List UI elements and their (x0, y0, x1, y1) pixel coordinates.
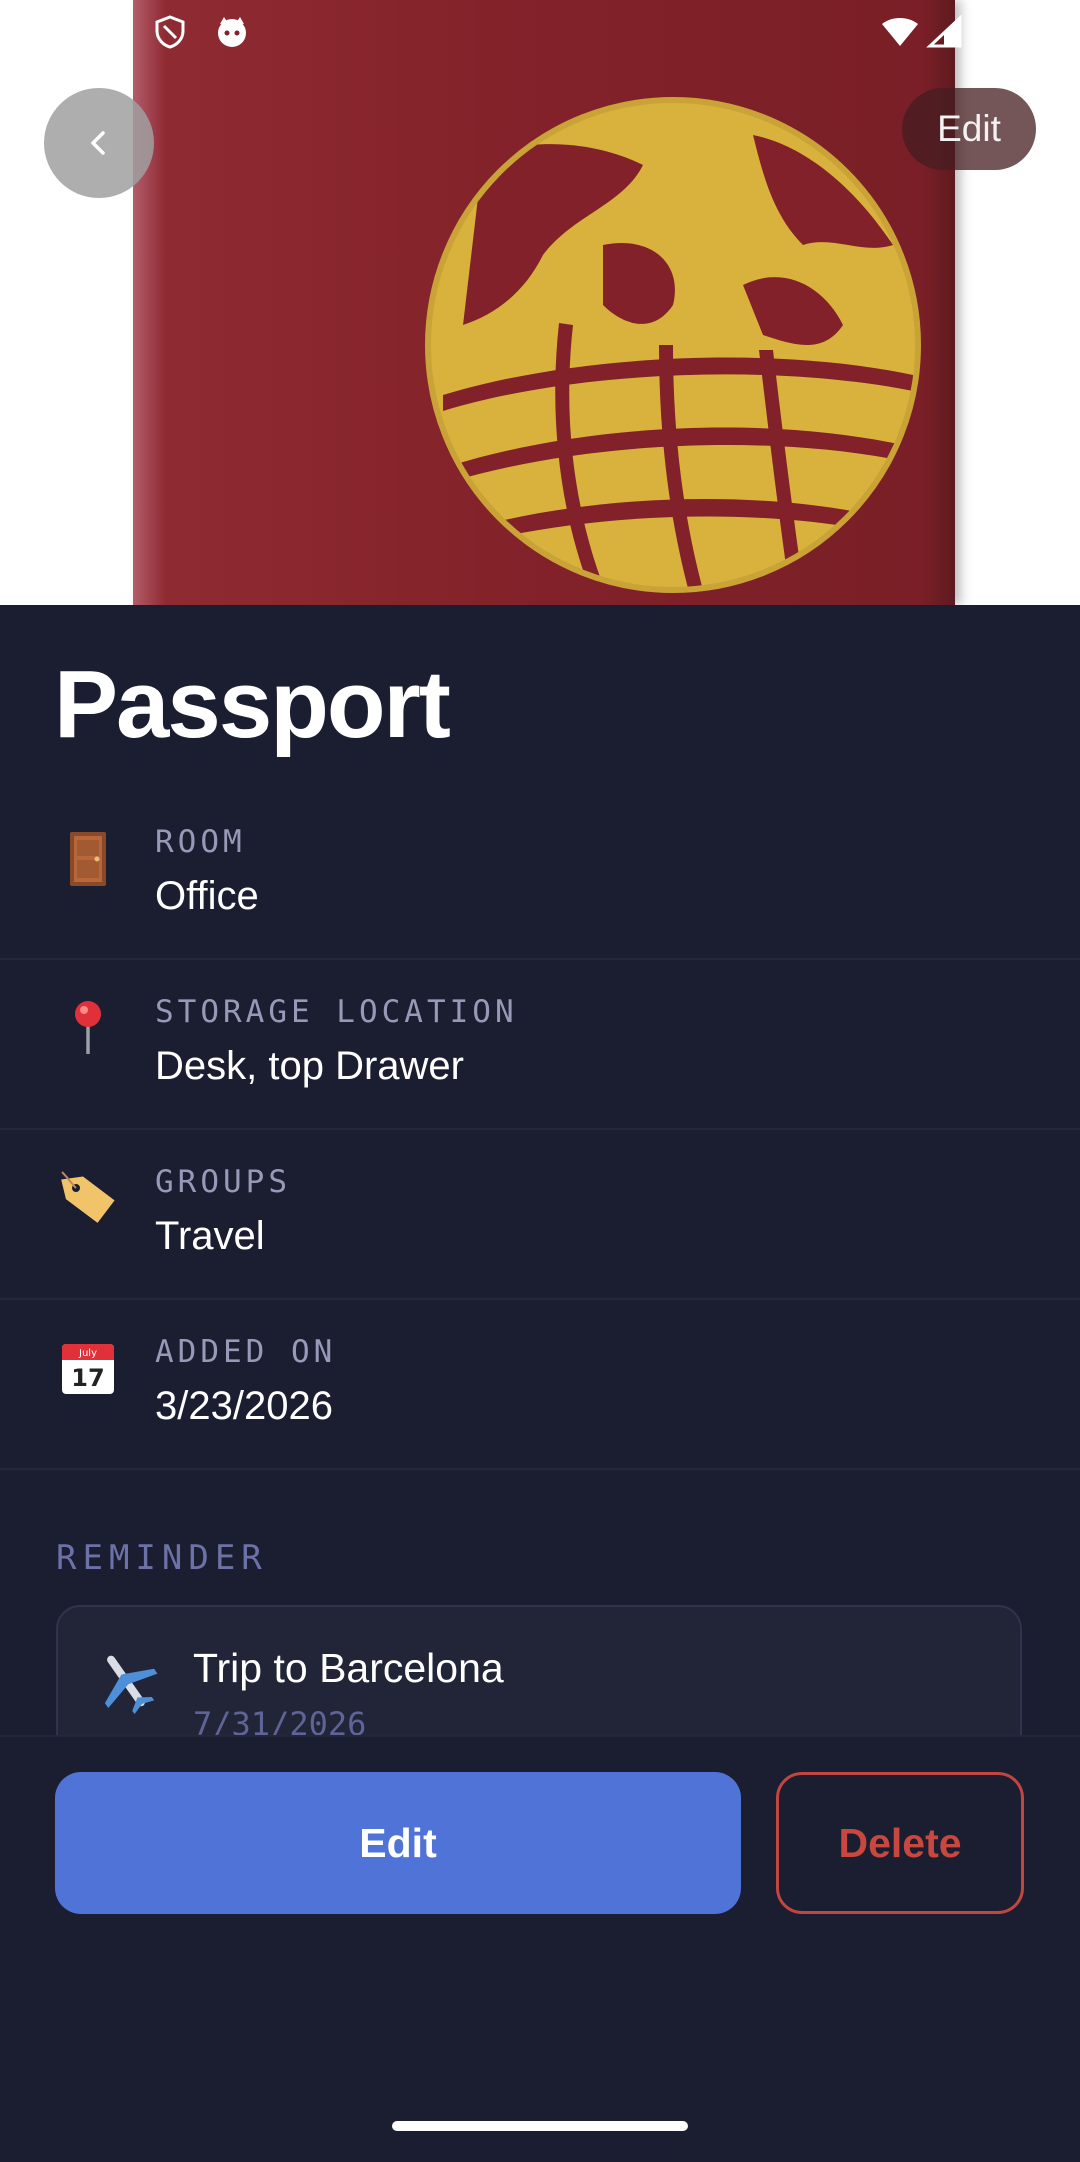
reminder-title: Trip to Barcelona (193, 1645, 504, 1691)
added-on-value: 3/23/2026 (155, 1384, 333, 1428)
detail-row-groups: GROUPS Travel (0, 1128, 1080, 1300)
groups-value: Travel (155, 1214, 265, 1258)
calendar-month-text: July (78, 1348, 97, 1359)
detail-row-added-on: July 17 ADDED ON 3/23/2026 (0, 1298, 1080, 1470)
back-button[interactable] (44, 88, 154, 198)
airplane-icon (104, 1655, 158, 1715)
added-on-label: ADDED ON (155, 1334, 337, 1370)
header-edit-button[interactable]: Edit (902, 88, 1036, 170)
pin-icon (75, 1001, 101, 1054)
calendar-icon: July 17 (62, 1344, 114, 1394)
detail-row-room: ROOM Office (0, 788, 1080, 960)
edit-button[interactable]: Edit (55, 1772, 741, 1914)
storage-location-value: Desk, top Drawer (155, 1044, 464, 1088)
reminder-section-label: REMINDER (56, 1538, 268, 1578)
home-indicator[interactable] (392, 2121, 688, 2131)
wifi-icon (882, 18, 918, 46)
tag-icon (61, 1171, 115, 1223)
page-title: Passport (54, 651, 451, 758)
room-label: ROOM (155, 824, 246, 860)
cell-signal-icon (926, 14, 962, 48)
status-bar (0, 0, 1080, 64)
detail-row-storage-location: STORAGE LOCATION Desk, top Drawer (0, 958, 1080, 1130)
globe-emblem-icon (425, 97, 921, 593)
passport-cover (133, 0, 955, 605)
storage-location-label: STORAGE LOCATION (155, 994, 518, 1030)
shield-icon (155, 15, 185, 49)
cat-face-icon (218, 17, 246, 47)
door-icon (70, 832, 106, 886)
chevron-left-icon (91, 131, 105, 155)
room-value: Office (155, 874, 259, 918)
item-photo (0, 0, 1080, 605)
groups-label: GROUPS (155, 1164, 291, 1200)
bottom-action-bar: Edit Delete (0, 1735, 1080, 2162)
delete-button[interactable]: Delete (776, 1772, 1024, 1914)
calendar-day-text: 17 (71, 1364, 104, 1392)
